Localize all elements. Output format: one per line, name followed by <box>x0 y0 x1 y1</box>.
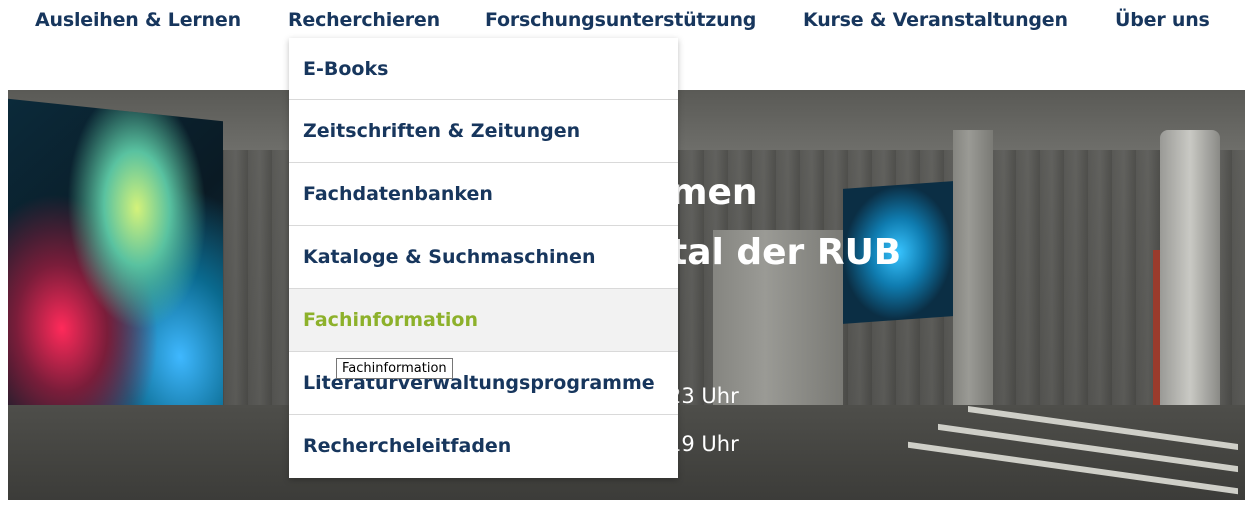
menu-item-rechercheleitfaden[interactable]: Rechercheleitfaden <box>289 415 678 478</box>
menu-item-e-books[interactable]: E-Books <box>289 38 678 100</box>
hero-title-line1: men <box>670 172 758 213</box>
nav-item-kurse[interactable]: Kurse & Veranstaltungen <box>803 9 1068 31</box>
recherchieren-dropdown-menu: E-Books Zeitschriften & Zeitungen Fachda… <box>289 38 678 478</box>
menu-item-kataloge[interactable]: Kataloge & Suchmaschinen <box>289 226 678 289</box>
nav-item-recherchieren[interactable]: Recherchieren <box>288 9 440 31</box>
menu-item-fachinformation[interactable]: Fachinformation <box>289 289 678 352</box>
nav-item-ueber-uns[interactable]: Über uns <box>1115 9 1210 31</box>
hero-hours-line1: 23 Uhr <box>668 384 739 408</box>
nav-item-forschungsunterstuetzung[interactable]: Forschungsunterstützung <box>485 9 756 31</box>
hero-title-line2: tal der RUB <box>670 232 902 273</box>
menu-item-zeitschriften[interactable]: Zeitschriften & Zeitungen <box>289 100 678 163</box>
menu-item-fachdatenbanken[interactable]: Fachdatenbanken <box>289 163 678 226</box>
hero-artwork-left <box>8 98 223 442</box>
tooltip: Fachinformation <box>336 358 453 379</box>
hero-hours-line2: 19 Uhr <box>668 432 739 456</box>
nav-item-ausleihen[interactable]: Ausleihen & Lernen <box>35 9 241 31</box>
